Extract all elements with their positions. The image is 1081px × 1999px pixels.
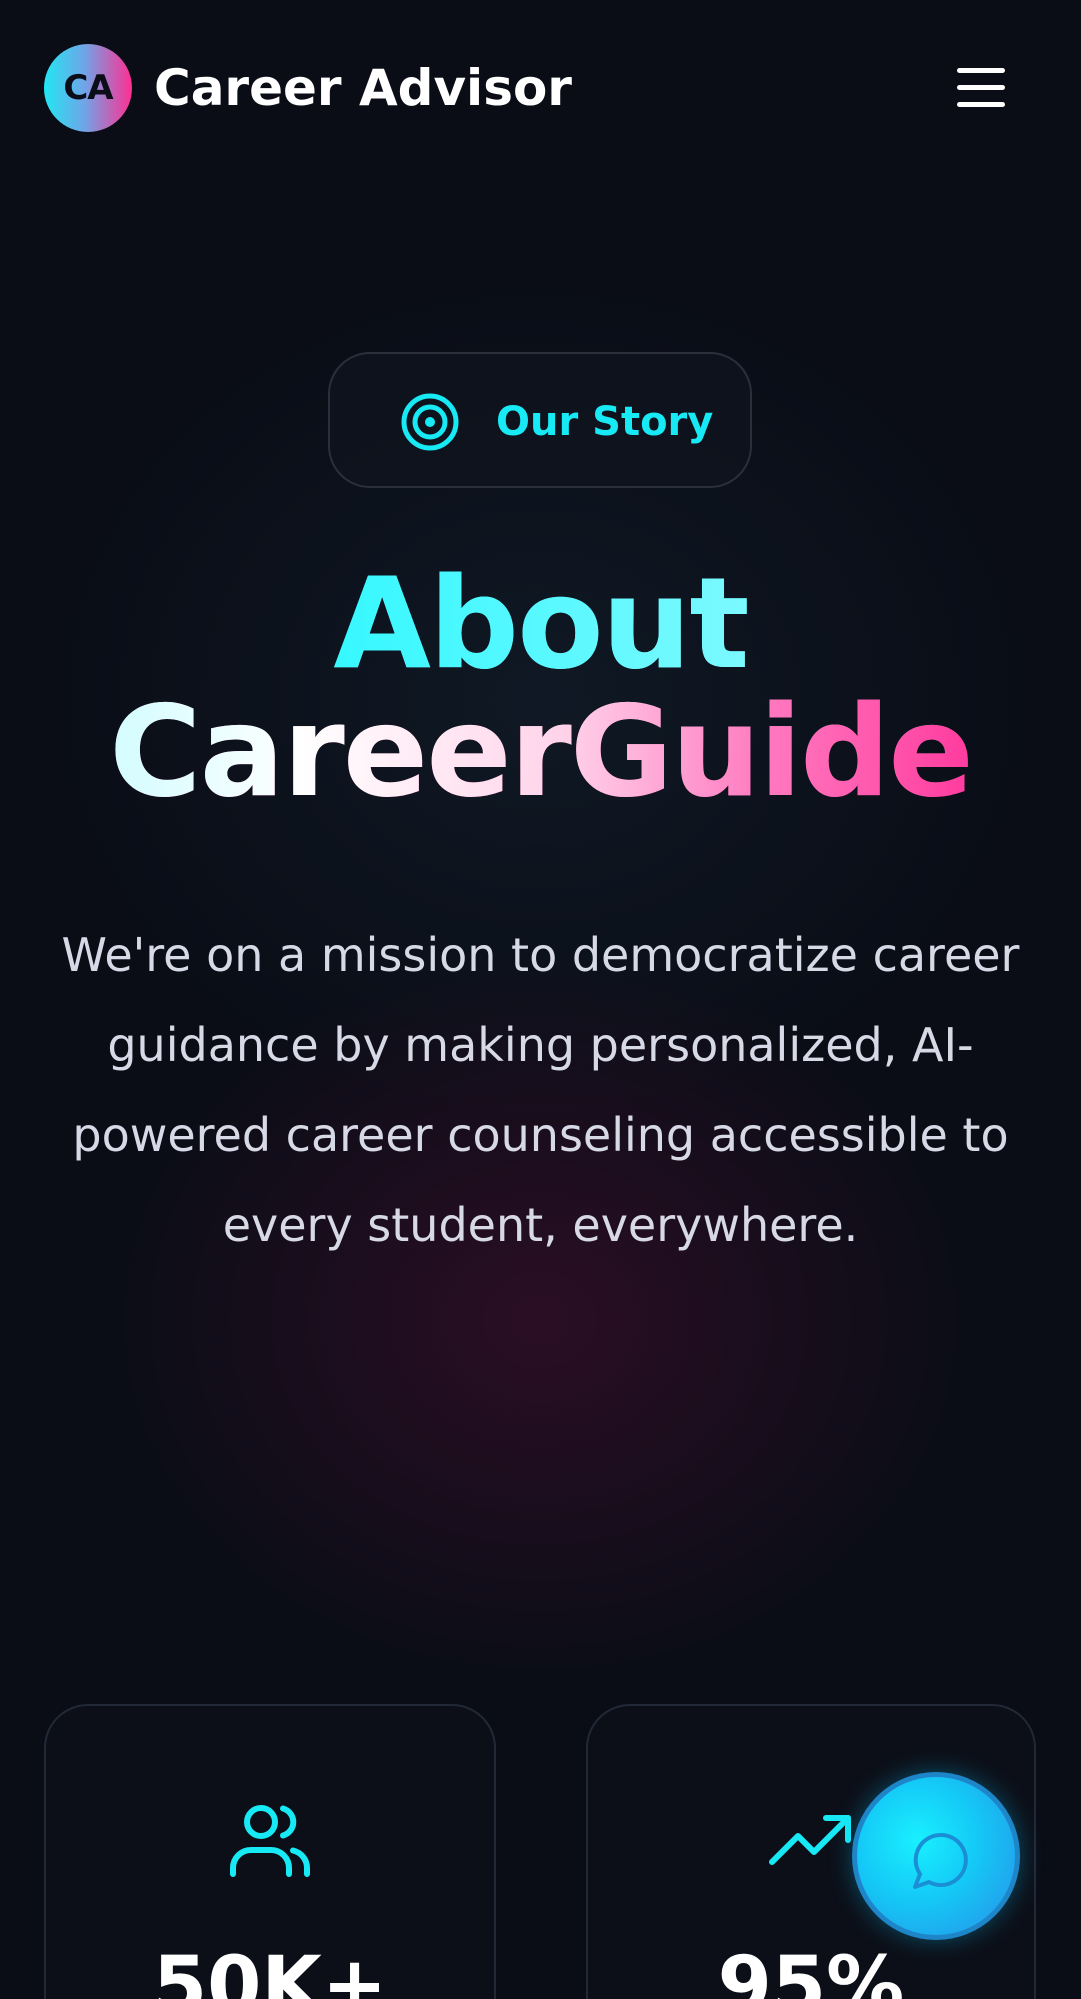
page-title-line-2: CareerGuide xyxy=(0,688,1081,816)
menu-bar xyxy=(957,85,1005,90)
menu-bar xyxy=(957,68,1005,73)
our-story-label: Our Story xyxy=(496,399,714,445)
stat-card-students: 50K+ xyxy=(44,1704,496,1999)
stat-value: 95% xyxy=(717,1941,905,1999)
menu-bar xyxy=(957,102,1005,107)
page-title-line-1: About xyxy=(0,560,1081,688)
our-story-badge: Our Story xyxy=(328,352,752,488)
top-navigation-bar: CA Career Advisor xyxy=(0,0,1081,178)
mission-description: We're on a mission to democratize career… xyxy=(61,928,1020,1252)
trending-up-icon xyxy=(769,1815,851,1865)
page-title: About CareerGuide xyxy=(0,560,1081,816)
chat-bubble-icon xyxy=(913,1832,968,1889)
logo-badge[interactable]: CA xyxy=(44,44,132,132)
hamburger-menu-icon[interactable] xyxy=(940,58,1022,120)
target-icon xyxy=(401,393,459,451)
about-page: CA Career Advisor Our Story About Career… xyxy=(0,0,1081,1999)
brand-name[interactable]: Career Advisor xyxy=(154,56,572,120)
chat-button[interactable] xyxy=(852,1772,1020,1940)
users-icon xyxy=(230,1805,310,1877)
stat-value: 50K+ xyxy=(152,1941,388,1999)
